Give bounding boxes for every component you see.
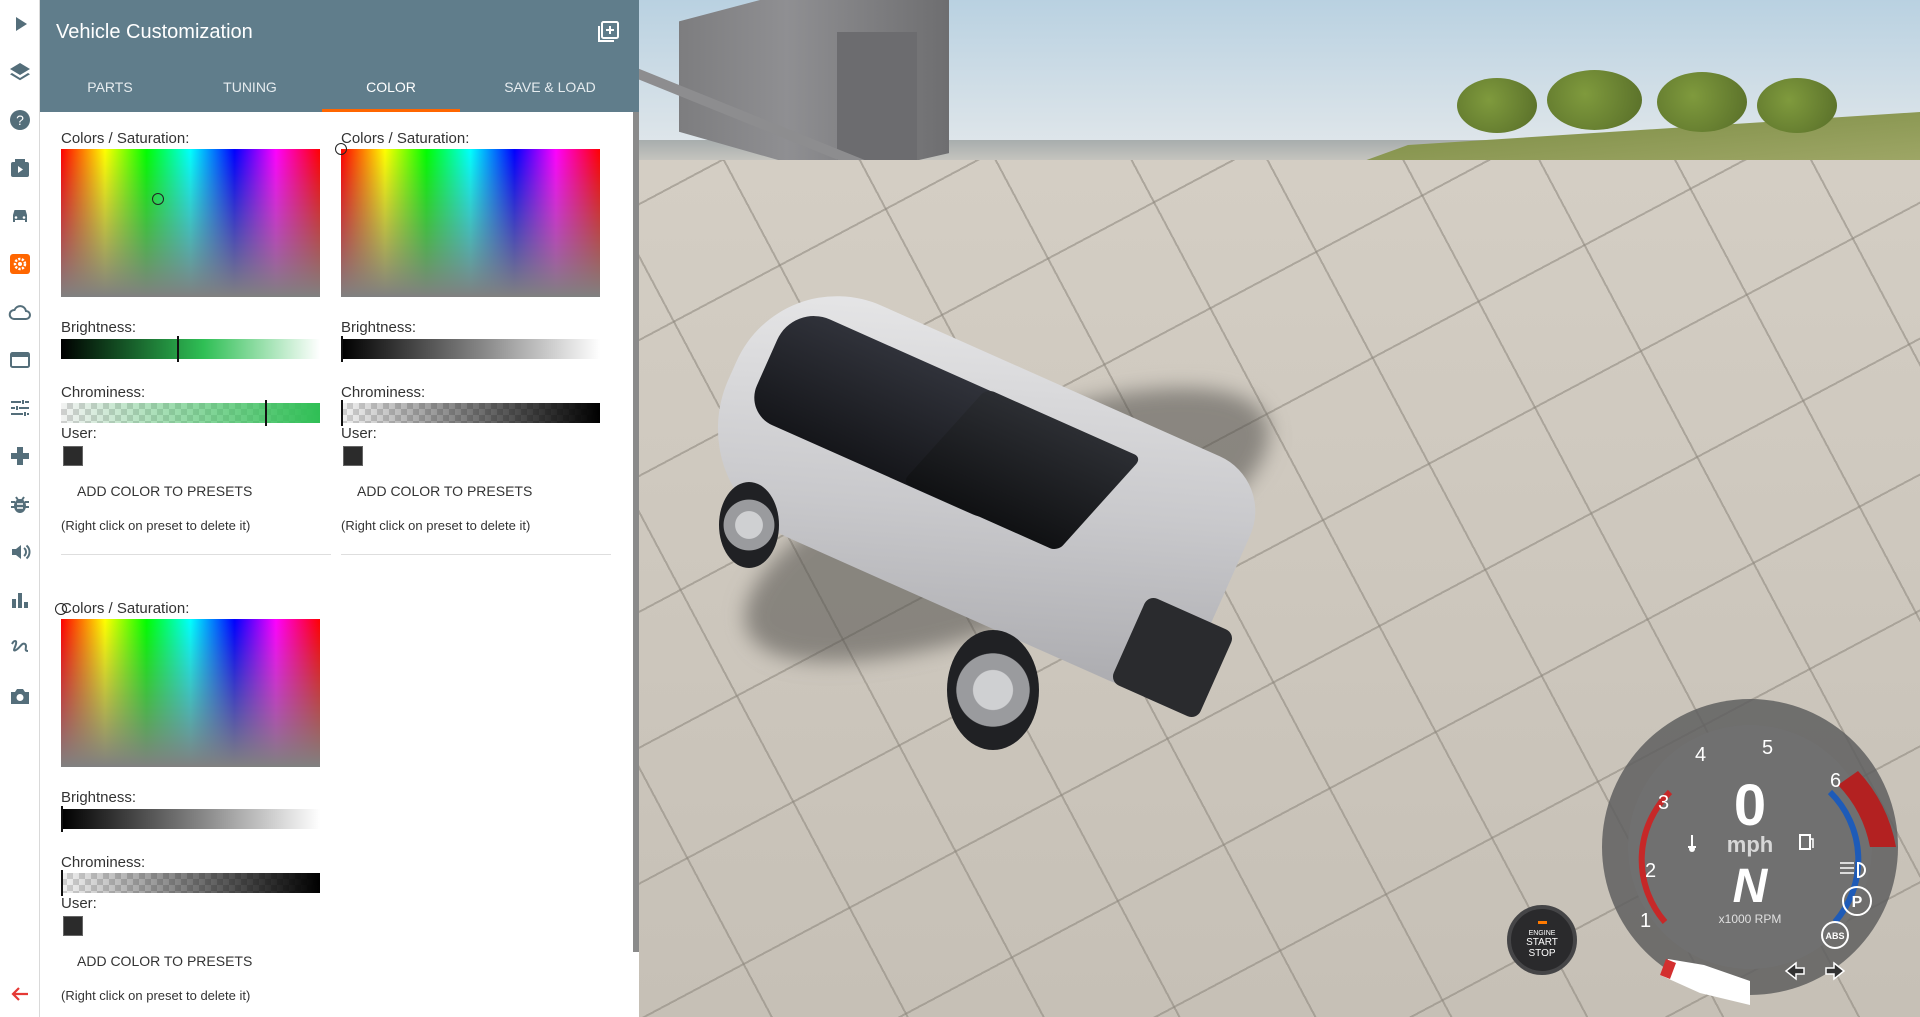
user-label: User: [61,895,97,912]
user-preset-swatch[interactable] [63,446,83,466]
tab-bar: PARTS TUNING COLOR SAVE & LOAD [40,66,639,112]
rpm-tick-1: 1 [1640,910,1651,932]
tab-save-load[interactable]: SAVE & LOAD [470,66,630,112]
brightness-label: Brightness: [341,319,417,336]
colors-saturation-label: Colors / Saturation: [341,130,470,147]
volume-icon[interactable] [6,538,34,566]
rpm-tick-5: 5 [1762,737,1773,759]
panel-scrollbar[interactable] [633,112,639,952]
brightness-thumb[interactable] [177,336,179,362]
chrominess-label: Chrominess: [341,384,426,401]
chrominess-label: Chrominess: [61,854,146,871]
clapperboard-icon[interactable] [6,154,34,182]
panel-header: Vehicle Customization PARTS TUNING COLOR… [40,0,639,112]
stop-label: STOP [1528,948,1556,959]
rpm-tick-3: 3 [1658,792,1669,814]
user-label: User: [341,425,377,442]
hue-saturation-field[interactable] [335,143,600,297]
brightness-label: Brightness: [61,789,137,806]
app-root: ? Vehicle Customization PARTS TUNING COL… [0,0,1920,1017]
chrominess-slider[interactable] [61,870,320,896]
preset-delete-hint: (Right click on preset to delete it) [61,518,251,533]
add-color-to-presets-button[interactable]: ADD COLOR TO PRESETS [355,479,534,503]
parking-label: P [1852,894,1863,911]
add-color-to-presets-button[interactable]: ADD COLOR TO PRESETS [75,479,254,503]
panel-title: Vehicle Customization [56,21,253,43]
speed-readout: 0 [1734,773,1766,838]
engine-status-led [1537,921,1547,924]
hue-saturation-cursor[interactable] [152,193,164,205]
add-color-to-presets-button[interactable]: ADD COLOR TO PRESETS [75,949,254,973]
web-asset-icon[interactable] [6,346,34,374]
svg-text:?: ? [16,112,24,128]
rpm-tick-2: 2 [1645,860,1656,882]
tab-tuning[interactable]: TUNING [180,66,320,112]
tree [1547,70,1642,130]
preset-delete-hint: (Right click on preset to delete it) [341,518,531,533]
hue-saturation-field[interactable] [55,603,320,767]
help-icon[interactable]: ? [6,106,34,134]
brightness-thumb[interactable] [341,336,343,362]
user-label: User: [61,425,97,442]
camera-icon[interactable] [6,682,34,710]
gamepad-icon[interactable] [6,442,34,470]
preset-delete-hint: (Right click on preset to delete it) [61,988,251,1003]
settings-gear-icon[interactable] [6,250,34,278]
gesture-icon[interactable] [6,634,34,662]
tree [1757,78,1837,133]
start-label: START [1526,937,1558,948]
tree [1457,78,1537,133]
colors-saturation-label: Colors / Saturation: [61,600,190,617]
chrominess-thumb[interactable] [61,870,63,896]
hue-saturation-field[interactable] [61,149,320,297]
rpm-tick-6: 6 [1830,770,1841,792]
chrominess-slider[interactable] [341,400,600,426]
brightness-slider[interactable] [341,336,600,362]
chrominess-thumb[interactable] [341,400,343,426]
sidebar: ? [0,0,40,1017]
hue-saturation-cursor[interactable] [335,143,347,155]
chrominess-gradient [61,403,320,423]
tab-parts[interactable]: PARTS [40,66,180,112]
engine-label: ENGINE [1528,930,1556,937]
gear-indicator: N [1733,860,1769,913]
add-box-icon[interactable] [596,20,620,44]
chrominess-thumb[interactable] [265,400,267,426]
abs-label: ABS [1825,931,1844,941]
rpm-tick-4: 4 [1695,744,1706,766]
rpm-unit: x1000 RPM [1719,912,1782,926]
speed-unit: mph [1727,832,1773,857]
engine-start-stop-button[interactable]: ENGINE START STOP [1507,905,1577,975]
divider [61,554,331,555]
vehicle-wheel [947,630,1039,750]
vehicle-customization-panel: Vehicle Customization PARTS TUNING COLOR… [40,0,639,1017]
vehicle-wheel [719,482,779,568]
cloud-icon[interactable] [6,298,34,326]
chrominess-gradient [341,403,600,423]
colors-saturation-label: Colors / Saturation: [61,130,190,147]
chrominess-gradient [61,873,320,893]
brightness-label: Brightness: [61,319,137,336]
user-preset-swatch[interactable] [343,446,363,466]
car-icon[interactable] [6,202,34,230]
bar-chart-icon[interactable] [6,586,34,614]
tune-sliders-icon[interactable] [6,394,34,422]
layers-icon[interactable] [6,58,34,86]
tab-color[interactable]: COLOR [322,66,460,112]
brightness-thumb[interactable] [61,806,63,832]
speedometer-gauge: 1 2 3 4 5 6 0 mph N x1000 RPM P ABS [1602,699,1898,1005]
brightness-slider[interactable] [61,336,320,362]
user-preset-swatch[interactable] [63,916,83,936]
chrominess-label: Chrominess: [61,384,146,401]
arrow-back-icon[interactable] [6,980,34,1008]
brightness-slider[interactable] [61,806,320,832]
hue-saturation-cursor[interactable] [55,603,67,615]
tree [1657,72,1747,132]
chrominess-slider[interactable] [61,400,320,426]
bug-icon[interactable] [6,490,34,518]
divider [341,554,611,555]
play-icon[interactable] [6,10,34,38]
